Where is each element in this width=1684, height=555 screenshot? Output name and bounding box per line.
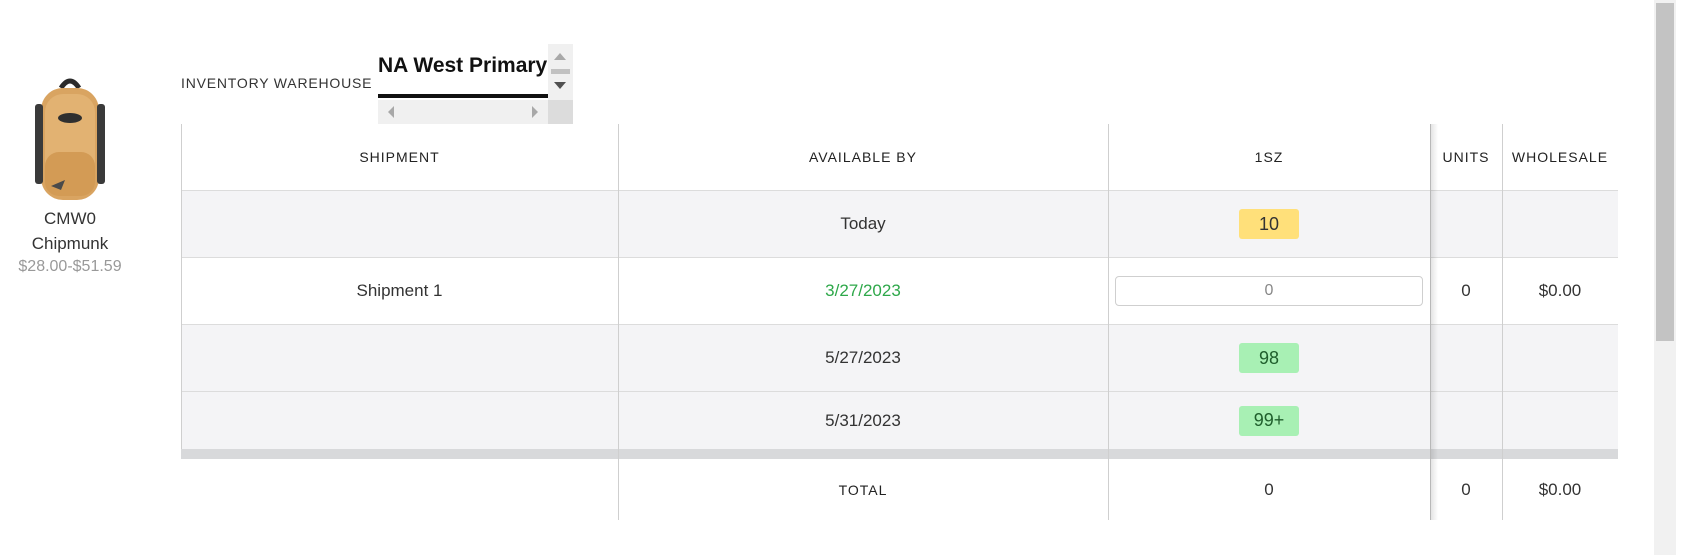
total-separator — [181, 449, 1618, 459]
product-price-range: $28.00-$51.59 — [18, 258, 122, 275]
row-3-size-cell: 98 — [1108, 325, 1430, 391]
total-wholesale: $0.00 — [1538, 479, 1582, 499]
header-available-by[interactable]: AVAILABLE BY — [618, 124, 1108, 190]
row-1-size-cell: 10 — [1108, 191, 1430, 257]
scroll-thumb[interactable] — [551, 69, 570, 74]
scroll-up-arrow-icon[interactable] — [554, 53, 566, 60]
inventory-grid: SHIPMENT AVAILABLE BY 1SZ UNITS WHOLESAL… — [181, 124, 1618, 520]
scrollbar-corner — [548, 100, 573, 124]
product-name: Chipmunk — [31, 234, 109, 253]
row-1-shipment — [181, 191, 618, 257]
header-units[interactable]: UNITS — [1430, 124, 1502, 190]
header-shipment[interactable]: SHIPMENT — [181, 124, 618, 190]
row-2-size-cell — [1108, 258, 1430, 324]
warehouse-label: INVENTORY WAREHOUSE — [181, 75, 373, 91]
page-scrollbar[interactable] — [1654, 0, 1676, 555]
header-size-1sz[interactable]: 1SZ — [1108, 124, 1430, 190]
row-2-units: 0 — [1461, 281, 1471, 300]
warehouse-horizontal-scrollbar[interactable] — [378, 100, 548, 124]
backpack-icon — [35, 78, 105, 200]
quantity-input[interactable] — [1115, 276, 1423, 306]
total-label: TOTAL — [838, 481, 888, 498]
row-2-wholesale: $0.00 — [1538, 281, 1582, 300]
header-wholesale[interactable]: WHOLESALE — [1502, 124, 1618, 190]
row-3-available-by: 5/27/2023 — [825, 348, 901, 367]
availability-badge: 98 — [1239, 343, 1299, 373]
warehouse-select[interactable]: NA West Primary — [378, 44, 573, 124]
row-1-available-by: Today — [840, 214, 886, 233]
page-scroll-thumb[interactable] — [1656, 3, 1674, 341]
total-size: 0 — [1264, 479, 1274, 499]
row-2-shipment: Shipment 1 — [356, 281, 443, 300]
scroll-down-arrow-icon[interactable] — [554, 82, 566, 89]
total-units: 0 — [1461, 479, 1471, 499]
availability-badge: 10 — [1239, 209, 1299, 239]
warehouse-vertical-scrollbar[interactable] — [548, 44, 573, 100]
product-summary: CMW0 Chipmunk $28.00-$51.59 — [0, 74, 140, 278]
row-4-size-cell: 99+ — [1108, 392, 1430, 449]
scroll-left-arrow-icon[interactable] — [388, 106, 394, 118]
product-sku: CMW0 — [44, 209, 96, 228]
scroll-right-arrow-icon[interactable] — [532, 106, 538, 118]
warehouse-selected-value[interactable]: NA West Primary — [378, 54, 548, 98]
row-4-available-by: 5/31/2023 — [825, 410, 901, 430]
availability-badge: 99+ — [1239, 405, 1299, 436]
row-2-available-by: 3/27/2023 — [825, 281, 901, 300]
